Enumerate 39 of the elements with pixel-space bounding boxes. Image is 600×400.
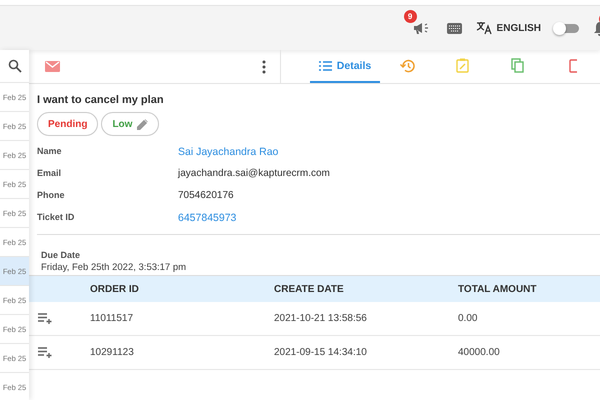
clipboard-icon — [456, 58, 469, 73]
column-header: CREATE DATE — [274, 284, 345, 294]
pencil-icon[interactable] — [137, 118, 148, 130]
history-icon — [400, 58, 415, 72]
copy-icon — [511, 58, 524, 73]
status-chip[interactable]: Pending — [37, 112, 98, 136]
field-value: jayachandra.sai@kapturecrm.com — [178, 168, 331, 181]
toggle-switch[interactable] — [555, 24, 579, 32]
language-label[interactable]: ENGLISH — [496, 22, 541, 34]
translate-icon[interactable] — [476, 21, 492, 35]
field-label: Phone — [37, 190, 66, 202]
trash-icon — [568, 58, 576, 73]
due-date-label: Due Date — [41, 250, 82, 260]
field-label: Email — [37, 168, 62, 180]
field-label: Name — [37, 146, 63, 158]
notification-badge: 9 — [404, 10, 417, 23]
table-cell: 40000.00 — [458, 347, 500, 358]
table-cell: 0.00 — [458, 313, 478, 324]
column-header: ORDER ID — [90, 284, 140, 294]
keyboard-icon[interactable] — [446, 22, 462, 34]
search-icon[interactable] — [8, 59, 22, 73]
table-cell-text: 2021-09-15 14:34:10 — [274, 347, 368, 358]
megaphone-icon[interactable] — [412, 21, 429, 35]
field-value: 7054620176 — [178, 190, 235, 203]
list-icon — [318, 60, 332, 70]
add-to-list-icon[interactable] — [38, 313, 53, 324]
add-to-list-icon[interactable] — [38, 347, 53, 358]
table-cell-text: 10291123 — [90, 347, 135, 358]
field-label: Ticket ID — [37, 212, 76, 224]
details-tab[interactable]: Details — [310, 50, 380, 83]
due-date-value: Friday, Feb 25th 2022, 3:53:17 pm — [41, 262, 188, 273]
ticket-title: I want to cancel my plan — [37, 94, 165, 106]
table-cell-text: 11011517 — [90, 313, 134, 324]
field-value[interactable]: Sai Jayachandra Rao — [178, 146, 600, 161]
table-cell-text: 2021-10-21 13:58:56 — [274, 313, 368, 324]
more-options-icon[interactable] — [262, 60, 266, 74]
field-value[interactable]: 6457845973 — [178, 212, 600, 227]
priority-chip[interactable]: Low — [101, 112, 160, 136]
column-header: TOTAL AMOUNT — [458, 284, 537, 294]
